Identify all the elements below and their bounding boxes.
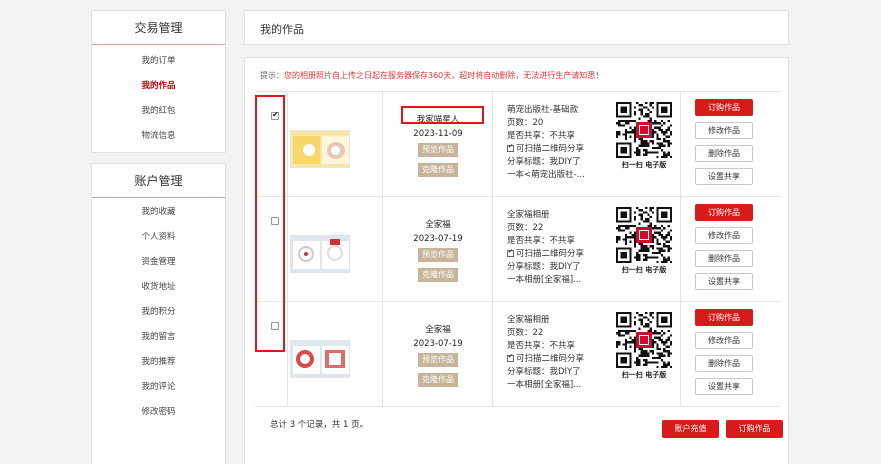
product-name: 萌宠出版社-基础款 — [507, 105, 579, 115]
trade-menu-title: 交易管理 — [92, 11, 225, 45]
delete-button[interactable]: 删除作品 — [695, 145, 753, 162]
qr-code-icon — [616, 207, 672, 263]
table-row: 全家福 2023-07-19 预览作品 克隆作品 全家福相册 页数：22 是否共… — [255, 302, 780, 407]
clone-button[interactable]: 克隆作品 — [418, 268, 458, 282]
page-title: 我的作品 — [260, 23, 304, 36]
row-select-checkbox[interactable] — [271, 322, 279, 330]
page-header: 我的作品 — [244, 10, 789, 45]
sidebar-item-funds[interactable]: 资金管理 — [92, 250, 225, 275]
tip-prefix: 提示： — [260, 71, 284, 80]
preview-button[interactable]: 预览作品 — [418, 143, 458, 157]
share-settings-button[interactable]: 设置共享 — [695, 168, 753, 185]
delete-button[interactable]: 删除作品 — [695, 355, 753, 372]
share-status: 是否共享：不共享 — [507, 341, 576, 351]
qr-caption: 扫一扫 电子版 — [621, 266, 667, 274]
share-title: 分享标题：我DIY了 — [507, 157, 581, 167]
recharge-button[interactable]: 账户充值 — [662, 420, 719, 438]
qr-code-icon — [616, 312, 672, 368]
clone-button[interactable]: 克隆作品 — [418, 373, 458, 387]
product-name: 全家福相册 — [507, 210, 550, 220]
qr-caption: 扫一扫 电子版 — [621, 371, 667, 379]
qr-caption: 扫一扫 电子版 — [621, 161, 667, 169]
share-settings-button[interactable]: 设置共享 — [695, 378, 753, 395]
footer-order-button[interactable]: 订购作品 — [726, 420, 783, 438]
edit-button[interactable]: 修改作品 — [695, 227, 753, 244]
sidebar-item-referrals[interactable]: 我的推荐 — [92, 350, 225, 375]
qr-share-label: 可扫描二维码分享 — [516, 249, 585, 259]
sidebar-item-profile[interactable]: 个人资料 — [92, 225, 225, 250]
work-date: 2023-07-19 — [413, 234, 463, 244]
account-menu: 账户管理 我的收藏 个人资料 资金管理 收货地址 我的积分 我的留言 我的推荐 … — [91, 163, 226, 464]
qr-share-checkbox[interactable] — [507, 353, 514, 362]
page-count: 页数：22 — [507, 328, 544, 338]
works-table: 我家喵星人 2023-11-09 预览作品 克隆作品 萌宠出版社-基础款 页数：… — [255, 91, 780, 407]
sidebar-item-reviews[interactable]: 我的评论 — [92, 375, 225, 400]
work-thumbnail[interactable] — [290, 130, 350, 168]
trade-menu: 交易管理 我的订单 我的作品 我的红包 物流信息 — [91, 10, 226, 153]
sidebar-item-orders[interactable]: 我的订单 — [92, 49, 225, 74]
share-title: 分享标题：我DIY了 — [507, 262, 581, 272]
row-select-checkbox[interactable] — [271, 110, 279, 120]
table-row: 全家福 2023-07-19 预览作品 克隆作品 全家福相册 页数：22 是否共… — [255, 197, 780, 302]
storage-tip: 提示：您的相册照片自上传之日起在服务器保存360天，超时将自动删除，无法进行生产… — [260, 70, 603, 81]
work-thumbnail[interactable] — [290, 340, 350, 378]
table-row: 我家喵星人 2023-11-09 预览作品 克隆作品 萌宠出版社-基础款 页数：… — [255, 92, 780, 197]
share-title-cont: 一本相册[全家福]... — [507, 275, 582, 285]
share-title: 分享标题：我DIY了 — [507, 367, 581, 377]
sidebar-item-redpacket[interactable]: 我的红包 — [92, 99, 225, 124]
work-date: 2023-11-09 — [413, 129, 463, 139]
qr-share-label: 可扫描二维码分享 — [516, 144, 585, 154]
sidebar-item-works[interactable]: 我的作品 — [92, 74, 225, 99]
sidebar-item-address[interactable]: 收货地址 — [92, 275, 225, 300]
tip-message: 您的相册照片自上传之日起在服务器保存360天，超时将自动删除，无法进行生产请知悉… — [284, 71, 604, 80]
qr-code-icon — [616, 102, 672, 158]
share-settings-button[interactable]: 设置共享 — [695, 273, 753, 290]
qr-share-checkbox[interactable] — [507, 143, 514, 152]
row-select-checkbox[interactable] — [271, 217, 279, 225]
share-title-cont: 一本<萌宠出版社-... — [507, 170, 585, 180]
page-count: 页数：20 — [507, 118, 544, 128]
clone-button[interactable]: 克隆作品 — [418, 163, 458, 177]
edit-button[interactable]: 修改作品 — [695, 122, 753, 139]
sidebar-item-messages[interactable]: 我的留言 — [92, 325, 225, 350]
name-highlight-box — [401, 106, 484, 124]
work-name: 全家福 — [425, 220, 451, 230]
qr-share-checkbox[interactable] — [507, 248, 514, 257]
preview-button[interactable]: 预览作品 — [418, 353, 458, 367]
works-panel: 提示：您的相册照片自上传之日起在服务器保存360天，超时将自动删除，无法进行生产… — [244, 57, 789, 464]
qr-share-label: 可扫描二维码分享 — [516, 354, 585, 364]
preview-button[interactable]: 预览作品 — [418, 248, 458, 262]
sidebar-item-logistics[interactable]: 物流信息 — [92, 124, 225, 149]
share-status: 是否共享：不共享 — [507, 236, 576, 246]
sidebar-item-points[interactable]: 我的积分 — [92, 300, 225, 325]
account-menu-title: 账户管理 — [92, 164, 225, 198]
order-button[interactable]: 订购作品 — [695, 204, 753, 221]
work-name: 全家福 — [425, 325, 451, 335]
work-thumbnail[interactable] — [290, 235, 350, 273]
order-button[interactable]: 订购作品 — [695, 99, 753, 116]
sidebar-item-password[interactable]: 修改密码 — [92, 400, 225, 425]
record-summary: 总计 3 个记录，共 1 页。 — [270, 420, 369, 430]
delete-button[interactable]: 删除作品 — [695, 250, 753, 267]
edit-button[interactable]: 修改作品 — [695, 332, 753, 349]
product-name: 全家福相册 — [507, 315, 550, 325]
work-date: 2023-07-19 — [413, 339, 463, 349]
share-title-cont: 一本相册[全家福]... — [507, 380, 582, 390]
page-count: 页数：22 — [507, 223, 544, 233]
order-button[interactable]: 订购作品 — [695, 309, 753, 326]
sidebar-item-favorites[interactable]: 我的收藏 — [92, 200, 225, 225]
share-status: 是否共享：不共享 — [507, 131, 576, 141]
